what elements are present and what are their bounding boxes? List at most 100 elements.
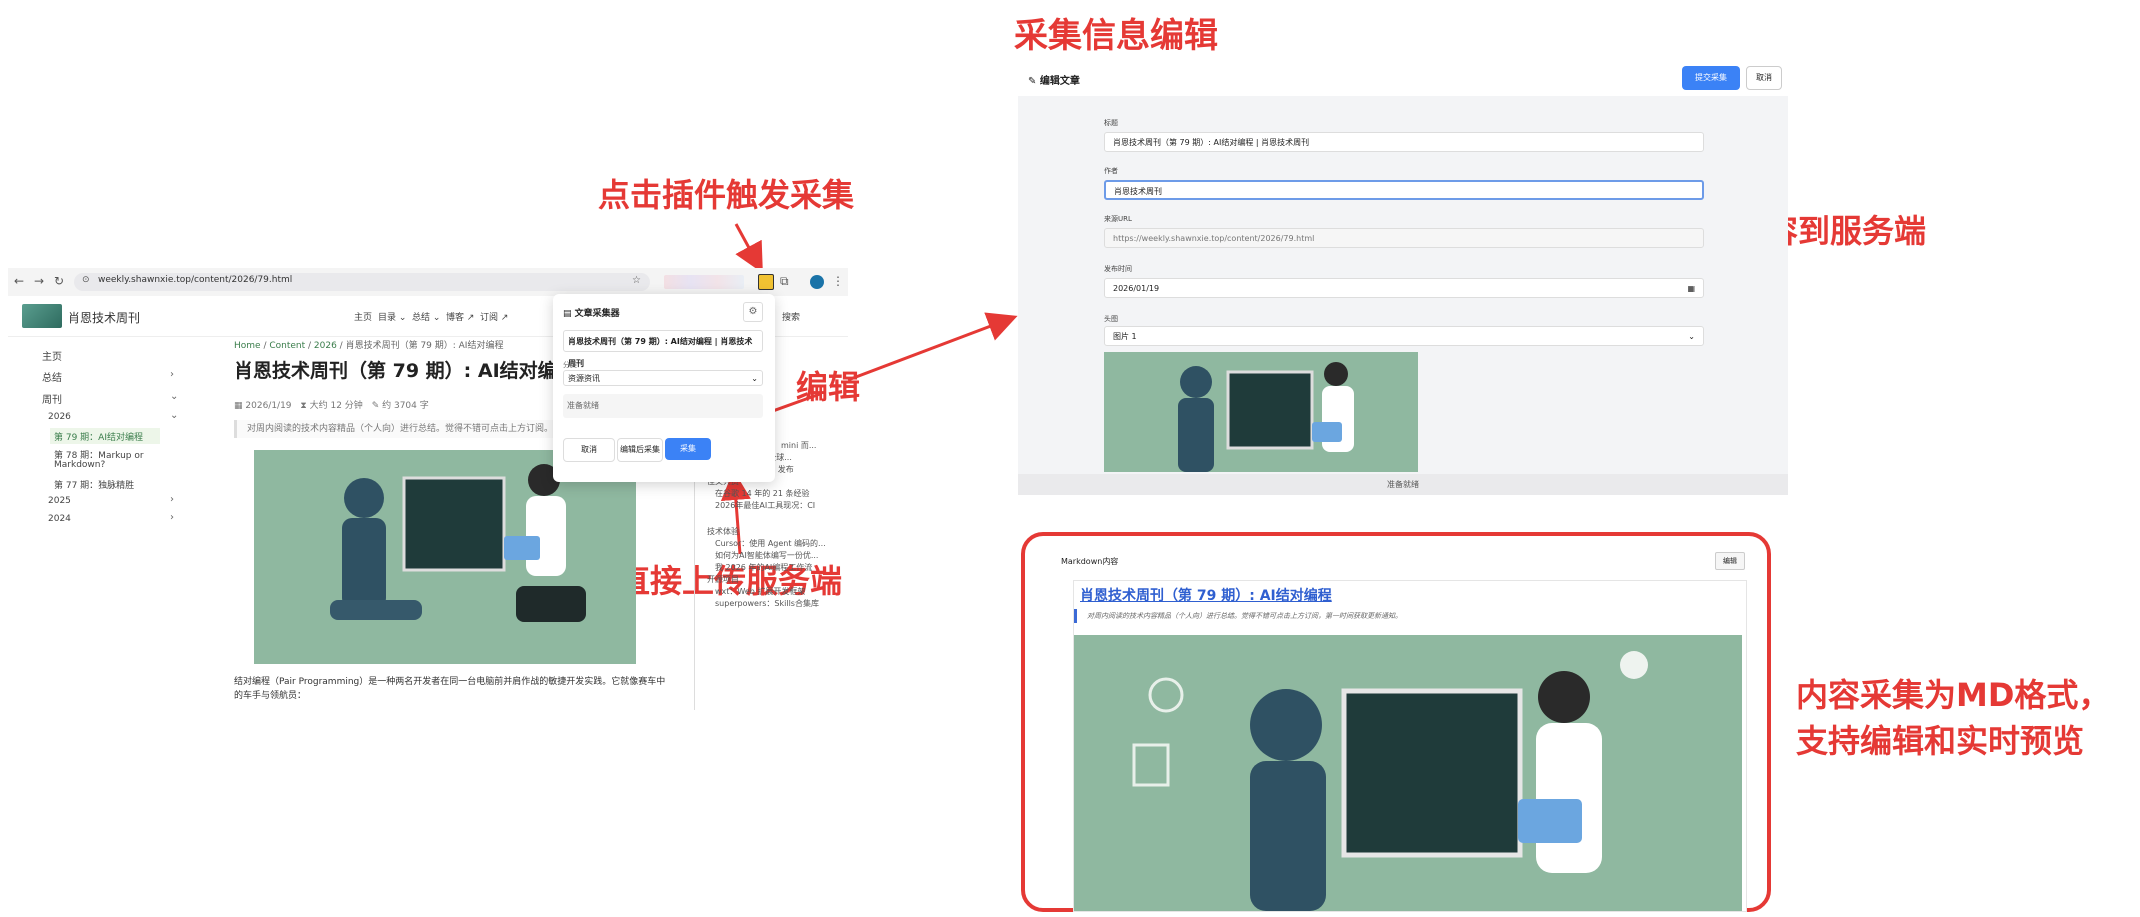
popup-title-text: 文章采集器 [574,309,620,319]
markdown-content-panel: Markdown内容 编辑 肖恩技术周刊（第 79 期）: AI结对编程 对周内… [1021,532,1771,912]
article-collector-extension-icon[interactable] [758,274,774,290]
chevron-right-icon[interactable]: › [170,512,174,523]
breadcrumb: Home / Content / 2026 / 肖恩技术周刊（第 79 期）: … [234,341,504,351]
arrow-to-plugin [734,223,763,274]
cover-label: 头图 [1104,315,1118,323]
hero-illustration [330,464,586,622]
sidebar-item-home[interactable]: 主页 [42,348,62,363]
toc-item[interactable]: mini 而... [781,440,816,451]
site-title[interactable]: 肖恩技术周刊 [68,309,140,326]
popup-status: 准备就绪 [563,394,763,418]
chevron-down-icon: ⌄ [1688,332,1695,341]
author-input[interactable]: 肖恩技术周刊 [1104,180,1704,200]
markdown-image [1074,635,1742,911]
editor-cancel-button[interactable]: 取消 [1746,66,1782,90]
arrow-to-editor [847,312,1018,382]
breadcrumb-current: 肖恩技术周刊（第 79 期）: AI结对编程 [345,341,504,351]
toc-item[interactable]: 2026年最佳AI工具现况：CI [715,500,815,511]
editor-status-bar: 准备就绪 [1018,474,1788,495]
sidebar-item-issue-77[interactable]: 第 77 期：独脉精胜 [54,478,134,491]
toc-item[interactable]: 技术体验 [707,526,739,537]
profile-avatar[interactable] [810,275,824,289]
sidebar-item-issue-78-cont[interactable]: Markdown? [54,460,105,470]
markdown-edit-button[interactable]: 编辑 [1715,552,1745,570]
title-label: 标题 [1104,119,1118,127]
sidebar-item-2026[interactable]: 2026 [48,412,71,422]
breadcrumb-content[interactable]: Content [269,341,305,351]
site-logo[interactable] [22,304,62,328]
markdown-label: Markdown内容 [1061,557,1119,566]
nav-home[interactable]: 主页 [354,310,372,323]
popup-edit-collect-button[interactable]: 编辑后采集 [617,438,663,462]
hourglass-icon: ⧗ [300,401,307,411]
url-text: weekly.shawnxie.top/content/2026/79.html [98,275,293,285]
nav-summary[interactable]: 总结 ⌄ [412,310,440,323]
extensions-puzzle-icon[interactable]: ⧉ [780,274,789,289]
article-meta: ▦ 2026/1/19 ⧗ 大约 12 分钟 ✎ 约 3704 字 [234,398,429,411]
cover-select[interactable]: 图片 1 ⌄ [1104,326,1704,346]
cover-select-value: 图片 1 [1113,332,1137,341]
source-url-input[interactable]: https://weekly.shawnxie.top/content/2026… [1104,228,1704,248]
chevron-down-icon: ⌄ [751,374,758,383]
sidebar-item-2024[interactable]: 2024 [48,514,71,524]
toc-item[interactable]: 在谷歌 14 年的 21 条经验 [715,488,810,499]
back-icon[interactable]: ← [14,274,24,288]
markdown-illustration [1132,651,1648,911]
forward-icon[interactable]: → [34,274,44,288]
popup-category-label: 分类 [563,361,577,369]
publish-date-label: 发布时间 [1104,265,1132,273]
nav-subscribe[interactable]: 订阅 ↗ [480,310,508,323]
browser-menu-icon[interactable]: ⋮ [832,274,844,288]
popup-title-field[interactable]: 肖恩技术周刊（第 79 期）: AI结对编程 | 肖恩技术周刊 [563,330,763,368]
popup-cancel-button[interactable]: 取消 [563,438,615,462]
chevron-down-icon[interactable]: ⌄ [170,410,178,421]
reload-icon[interactable]: ↻ [54,274,64,288]
toc-item[interactable]: wxt：Web 扩展开发框架 [715,586,805,597]
article-icon: ▤ [563,309,572,319]
toc-item[interactable]: 如何为AI智能体编写一份优... [715,550,818,561]
toc-item[interactable]: 我 2026 年的AI编程工作流 [715,562,812,573]
sidebar-item-issue-79[interactable]: 第 79 期：AI结对编程 [54,430,143,443]
search-button[interactable]: 搜索 [782,310,800,323]
settings-gear-icon[interactable]: ⚙ [743,302,763,322]
title-input[interactable]: 肖恩技术周刊（第 79 期）: AI结对编程 | 肖恩技术周刊 [1104,132,1704,152]
article-date: 2026/1/19 [245,401,292,411]
chevron-right-icon[interactable]: › [170,369,174,380]
sidebar-item-2025[interactable]: 2025 [48,496,71,506]
toc-item[interactable]: Cursor：使用 Agent 编码的... [715,538,826,549]
popup-category-select[interactable]: 资源资讯 ⌄ [563,370,763,386]
article-read-time: 大约 12 分钟 [309,401,363,411]
sidebar-item-summary[interactable]: 总结 [42,369,62,384]
breadcrumb-home[interactable]: Home [234,341,261,351]
calendar-icon[interactable]: ▦ [1687,279,1695,299]
address-bar[interactable]: ⊙ weekly.shawnxie.top/content/2026/79.ht… [74,273,650,291]
site-info-icon[interactable]: ⊙ [82,275,90,285]
toc-item[interactable]: superpowers：Skills合集库 [715,598,819,609]
nav-catalog[interactable]: 目录 ⌄ [378,310,406,323]
article-paragraph: 结对编程（Pair Programming）是一种两名开发者在同一台电脑前并肩作… [234,677,666,687]
article-title: 肖恩技术周刊（第 79 期）: AI结对编程 [234,360,576,382]
edit-article-panel: ✎ 编辑文章 提交采集 取消 标题 肖恩技术周刊（第 79 期）: AI结对编程… [1018,60,1788,495]
popup-title: ▤ 文章采集器 [563,306,620,319]
cover-image-preview [1104,352,1418,472]
article-word-count: 约 3704 字 [382,401,429,411]
article-paragraph: 的车手与领航员： [234,691,307,701]
chevron-down-icon[interactable]: ⌄ [170,391,178,402]
bookmark-star-icon[interactable]: ☆ [632,275,641,286]
chevron-right-icon[interactable]: › [170,494,174,505]
markdown-heading[interactable]: 肖恩技术周刊（第 79 期）: AI结对编程 [1080,585,1332,605]
publish-date-input[interactable]: 2026/01/19 ▦ [1104,278,1704,298]
submit-collect-button[interactable]: 提交采集 [1682,66,1740,90]
nav-blog[interactable]: 博客 ↗ [446,310,474,323]
sidebar-item-weekly[interactable]: 周刊 [42,391,62,406]
publish-date-value: 2026/01/19 [1113,284,1160,293]
popup-collect-button[interactable]: 采集 [665,438,711,460]
article-intro: 对周内阅读的技术内容精品（个人向）进行总结。觉得不错可点击上方订阅。第 [234,420,587,438]
word-count-icon: ✎ [371,401,380,411]
breadcrumb-2026[interactable]: 2026 [314,341,337,351]
editor-header: ✎ 编辑文章 提交采集 取消 [1018,60,1788,96]
toc-item[interactable]: 开源项目 [707,574,739,585]
article-collector-popup: ▤ 文章采集器 ⚙ 肖恩技术周刊（第 79 期）: AI结对编程 | 肖恩技术周… [553,294,775,482]
markdown-preview: 肖恩技术周刊（第 79 期）: AI结对编程 对周内阅读的技术内容精品（个人向）… [1073,580,1747,912]
source-url-label: 来源URL [1104,215,1132,223]
